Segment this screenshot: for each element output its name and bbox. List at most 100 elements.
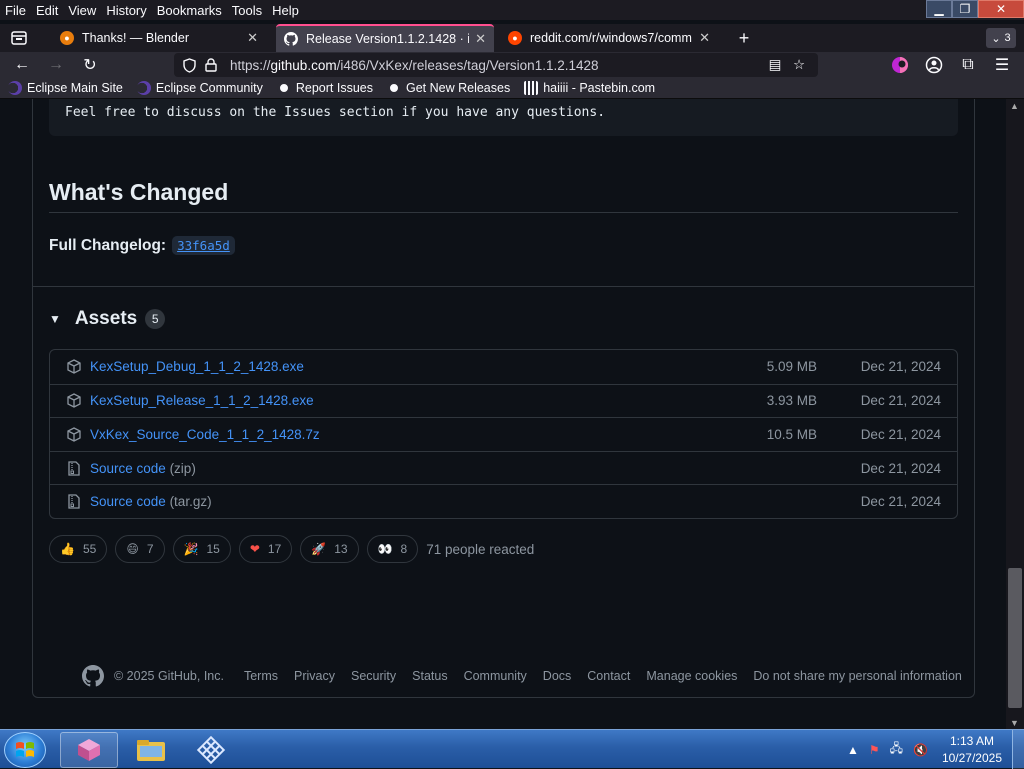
- start-button[interactable]: [4, 732, 46, 768]
- windows-logo-icon: [16, 742, 34, 757]
- hamburger-menu-icon[interactable]: ☰: [990, 54, 1014, 76]
- menu-help[interactable]: Help: [267, 3, 304, 18]
- asset-row: Source code (zip) Dec 21, 2024: [50, 450, 957, 485]
- address-bar[interactable]: https://github.com/i486/VxKex/releases/t…: [174, 53, 818, 77]
- footer-link-security[interactable]: Security: [351, 669, 396, 683]
- taskbar-app-firefox[interactable]: [60, 732, 118, 768]
- footer-link-docs[interactable]: Docs: [543, 669, 571, 683]
- commit-link[interactable]: 33f6a5d: [172, 236, 235, 255]
- menu-history[interactable]: History: [101, 3, 151, 18]
- taskbar: ▲ ⚑ 🖧 🔇 1:13 AM 10/27/2025: [0, 729, 1024, 769]
- bookmark-pastebin[interactable]: haiiii - Pastebin.com: [524, 81, 655, 95]
- assets-list: KexSetup_Debug_1_1_2_1428.exe 5.09 MB De…: [49, 349, 958, 519]
- reload-button[interactable]: ↻: [78, 54, 102, 76]
- show-hidden-icons-icon[interactable]: ▲: [847, 743, 859, 757]
- forward-button[interactable]: →: [44, 54, 68, 76]
- new-tab-button[interactable]: +: [733, 26, 755, 50]
- clock[interactable]: 1:13 AM 10/27/2025: [942, 733, 1002, 767]
- volume-muted-icon[interactable]: 🔇: [913, 743, 928, 757]
- tab-blender[interactable]: ● Thanks! — Blender ✕: [52, 24, 266, 52]
- account-icon[interactable]: [922, 54, 946, 76]
- close-tab-icon[interactable]: ✕: [475, 31, 486, 47]
- site-footer: © 2025 GitHub, Inc. Terms Privacy Securi…: [82, 665, 978, 687]
- asset-link[interactable]: VxKex_Source_Code_1_1_2_1428.7z: [90, 427, 320, 442]
- tab-reddit[interactable]: ● reddit.com/r/windows7/comm ✕: [500, 24, 718, 52]
- back-button[interactable]: ←: [10, 54, 34, 76]
- window-controls: ▁ ❐ ✕: [926, 0, 1024, 18]
- close-tab-icon[interactable]: ✕: [699, 30, 710, 46]
- lock-icon[interactable]: [202, 56, 220, 74]
- asset-date: Dec 21, 2024: [860, 460, 941, 476]
- scroll-up-arrow-icon[interactable]: ▲: [1010, 101, 1019, 111]
- action-center-icon[interactable]: ⚑: [869, 743, 880, 757]
- url-text: https://github.com/i486/VxKex/releases/t…: [230, 57, 599, 73]
- reaction-heart[interactable]: ❤ 17: [238, 535, 293, 563]
- eclipse-icon: [136, 81, 151, 95]
- asset-link[interactable]: Source code (tar.gz): [90, 494, 212, 509]
- footer-link-terms[interactable]: Terms: [244, 669, 278, 683]
- asset-row: KexSetup_Debug_1_1_2_1428.exe 5.09 MB De…: [50, 350, 957, 384]
- restore-button[interactable]: ❐: [952, 0, 978, 18]
- footer-link-manage-cookies[interactable]: Manage cookies: [646, 669, 737, 683]
- reaction-rocket[interactable]: 🚀 13: [300, 535, 359, 563]
- scrollbar-thumb[interactable]: [1008, 568, 1022, 708]
- list-all-tabs-button[interactable]: ⌄ 3: [986, 28, 1016, 48]
- menu-tools[interactable]: Tools: [227, 3, 267, 18]
- full-changelog: Full Changelog: 33f6a5d: [49, 236, 235, 255]
- app-icon: [78, 739, 100, 761]
- reaction-summary: 71 people reacted: [426, 541, 535, 557]
- code-block: Feel free to discuss on the Issues secti…: [49, 99, 958, 136]
- reader-view-icon[interactable]: ▤: [766, 56, 784, 74]
- github-logo-icon[interactable]: [82, 665, 104, 687]
- footer-link-privacy[interactable]: Privacy: [294, 669, 335, 683]
- scroll-down-arrow-icon[interactable]: ▼: [1010, 718, 1019, 728]
- release-card: Feel free to discuss on the Issues secti…: [32, 99, 975, 698]
- asset-link[interactable]: KexSetup_Release_1_1_2_1428.exe: [90, 393, 314, 408]
- asset-link[interactable]: Source code (zip): [90, 461, 196, 476]
- taskbar-app-explorer[interactable]: [122, 732, 180, 768]
- footer-link-community[interactable]: Community: [464, 669, 527, 683]
- close-window-button[interactable]: ✕: [978, 0, 1024, 18]
- menu-bookmarks[interactable]: Bookmarks: [152, 3, 227, 18]
- package-icon: [66, 359, 82, 375]
- close-tab-icon[interactable]: ✕: [247, 30, 258, 46]
- tab-release[interactable]: Release Version1.1.2.1428 · i486/ ✕: [276, 24, 494, 52]
- assets-count-badge: 5: [145, 309, 166, 329]
- footer-link-do-not-share[interactable]: Do not share my personal information: [753, 669, 961, 683]
- network-icon[interactable]: 🖧: [890, 739, 903, 760]
- footer-link-status[interactable]: Status: [412, 669, 447, 683]
- asset-date: Dec 21, 2024: [860, 426, 941, 442]
- reaction-hooray[interactable]: 🎉 15: [172, 535, 231, 563]
- bookmark-report-issues[interactable]: Report Issues: [276, 81, 373, 95]
- release-note-text: Feel free to discuss on the Issues secti…: [65, 105, 606, 120]
- reaction-thumbs-up[interactable]: 👍 55: [49, 535, 108, 563]
- bookmark-star-icon[interactable]: ☆: [790, 56, 808, 74]
- file-zip-icon: [66, 460, 82, 476]
- asset-size: 3.93 MB: [766, 393, 817, 409]
- bookmarks-toolbar: Eclipse Main Site Eclipse Community Repo…: [0, 78, 1024, 99]
- heart-icon: ❤: [249, 542, 260, 556]
- firefox-color-icon[interactable]: [888, 54, 912, 76]
- asset-row: Source code (tar.gz) Dec 21, 2024: [50, 484, 957, 518]
- taskbar-app-remote[interactable]: [182, 732, 240, 768]
- bookmark-get-new-releases[interactable]: Get New Releases: [386, 81, 510, 95]
- extensions-icon[interactable]: ⧉: [956, 54, 980, 76]
- asset-size: 5.09 MB: [766, 359, 817, 375]
- reaction-eyes[interactable]: 👀 8: [366, 535, 419, 563]
- show-desktop-button[interactable]: [1012, 730, 1024, 769]
- bookmark-eclipse-community[interactable]: Eclipse Community: [136, 81, 263, 95]
- minimize-button[interactable]: ▁: [926, 0, 952, 18]
- menu-edit[interactable]: Edit: [31, 3, 63, 18]
- menu-view[interactable]: View: [63, 3, 101, 18]
- firefox-view-icon[interactable]: [8, 27, 30, 49]
- reaction-laugh[interactable]: 😄 7: [115, 535, 165, 563]
- assets-toggle[interactable]: ▼ Assets 5: [49, 308, 166, 330]
- thumbs-up-icon: 👍: [60, 542, 75, 556]
- asset-link[interactable]: KexSetup_Debug_1_1_2_1428.exe: [90, 359, 304, 374]
- bookmark-eclipse-main[interactable]: Eclipse Main Site: [8, 81, 123, 95]
- menu-file[interactable]: File: [0, 3, 31, 18]
- footer-link-contact[interactable]: Contact: [587, 669, 630, 683]
- github-icon: [284, 32, 298, 46]
- page-scrollbar[interactable]: ▲ ▼: [1006, 99, 1024, 730]
- tracking-protection-icon[interactable]: [180, 56, 198, 74]
